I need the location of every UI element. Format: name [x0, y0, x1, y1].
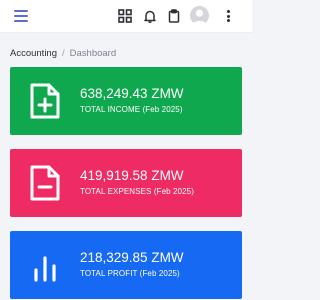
user-avatar[interactable]	[190, 6, 209, 25]
file-plus-icon	[28, 82, 62, 120]
clipboard-icon[interactable]	[167, 9, 181, 23]
expenses-value: 419,919.58 ZMW	[80, 168, 184, 183]
breadcrumb-dashboard: Dashboard	[69, 48, 117, 59]
bell-icon[interactable]	[143, 9, 157, 23]
total-profit-card: 218,329.85 ZMW TOTAL PROFIT (Feb 2025)	[10, 231, 242, 299]
bar-chart-icon	[28, 246, 62, 284]
file-minus-icon	[28, 164, 62, 202]
total-expenses-card: 419,919.58 ZMW TOTAL EXPENSES (Feb 2025)	[10, 149, 242, 217]
breadcrumb-accounting[interactable]: Accounting	[10, 48, 57, 59]
menu-icon[interactable]	[14, 10, 28, 22]
expenses-label: TOTAL EXPENSES (Feb 2025)	[80, 187, 194, 196]
total-income-card: 638,249.43 ZMW TOTAL INCOME (Feb 2025)	[10, 67, 242, 135]
top-bar	[0, 0, 252, 33]
income-value: 638,249.43 ZMW	[80, 86, 184, 101]
breadcrumb-separator: /	[62, 48, 65, 59]
apps-grid-icon[interactable]	[118, 9, 132, 23]
profit-value: 218,329.85 ZMW	[80, 250, 184, 265]
income-label: TOTAL INCOME (Feb 2025)	[80, 105, 183, 114]
more-vertical-icon[interactable]	[221, 9, 235, 23]
breadcrumb: Accounting / Dashboard	[10, 48, 116, 59]
profit-label: TOTAL PROFIT (Feb 2025)	[80, 269, 180, 278]
